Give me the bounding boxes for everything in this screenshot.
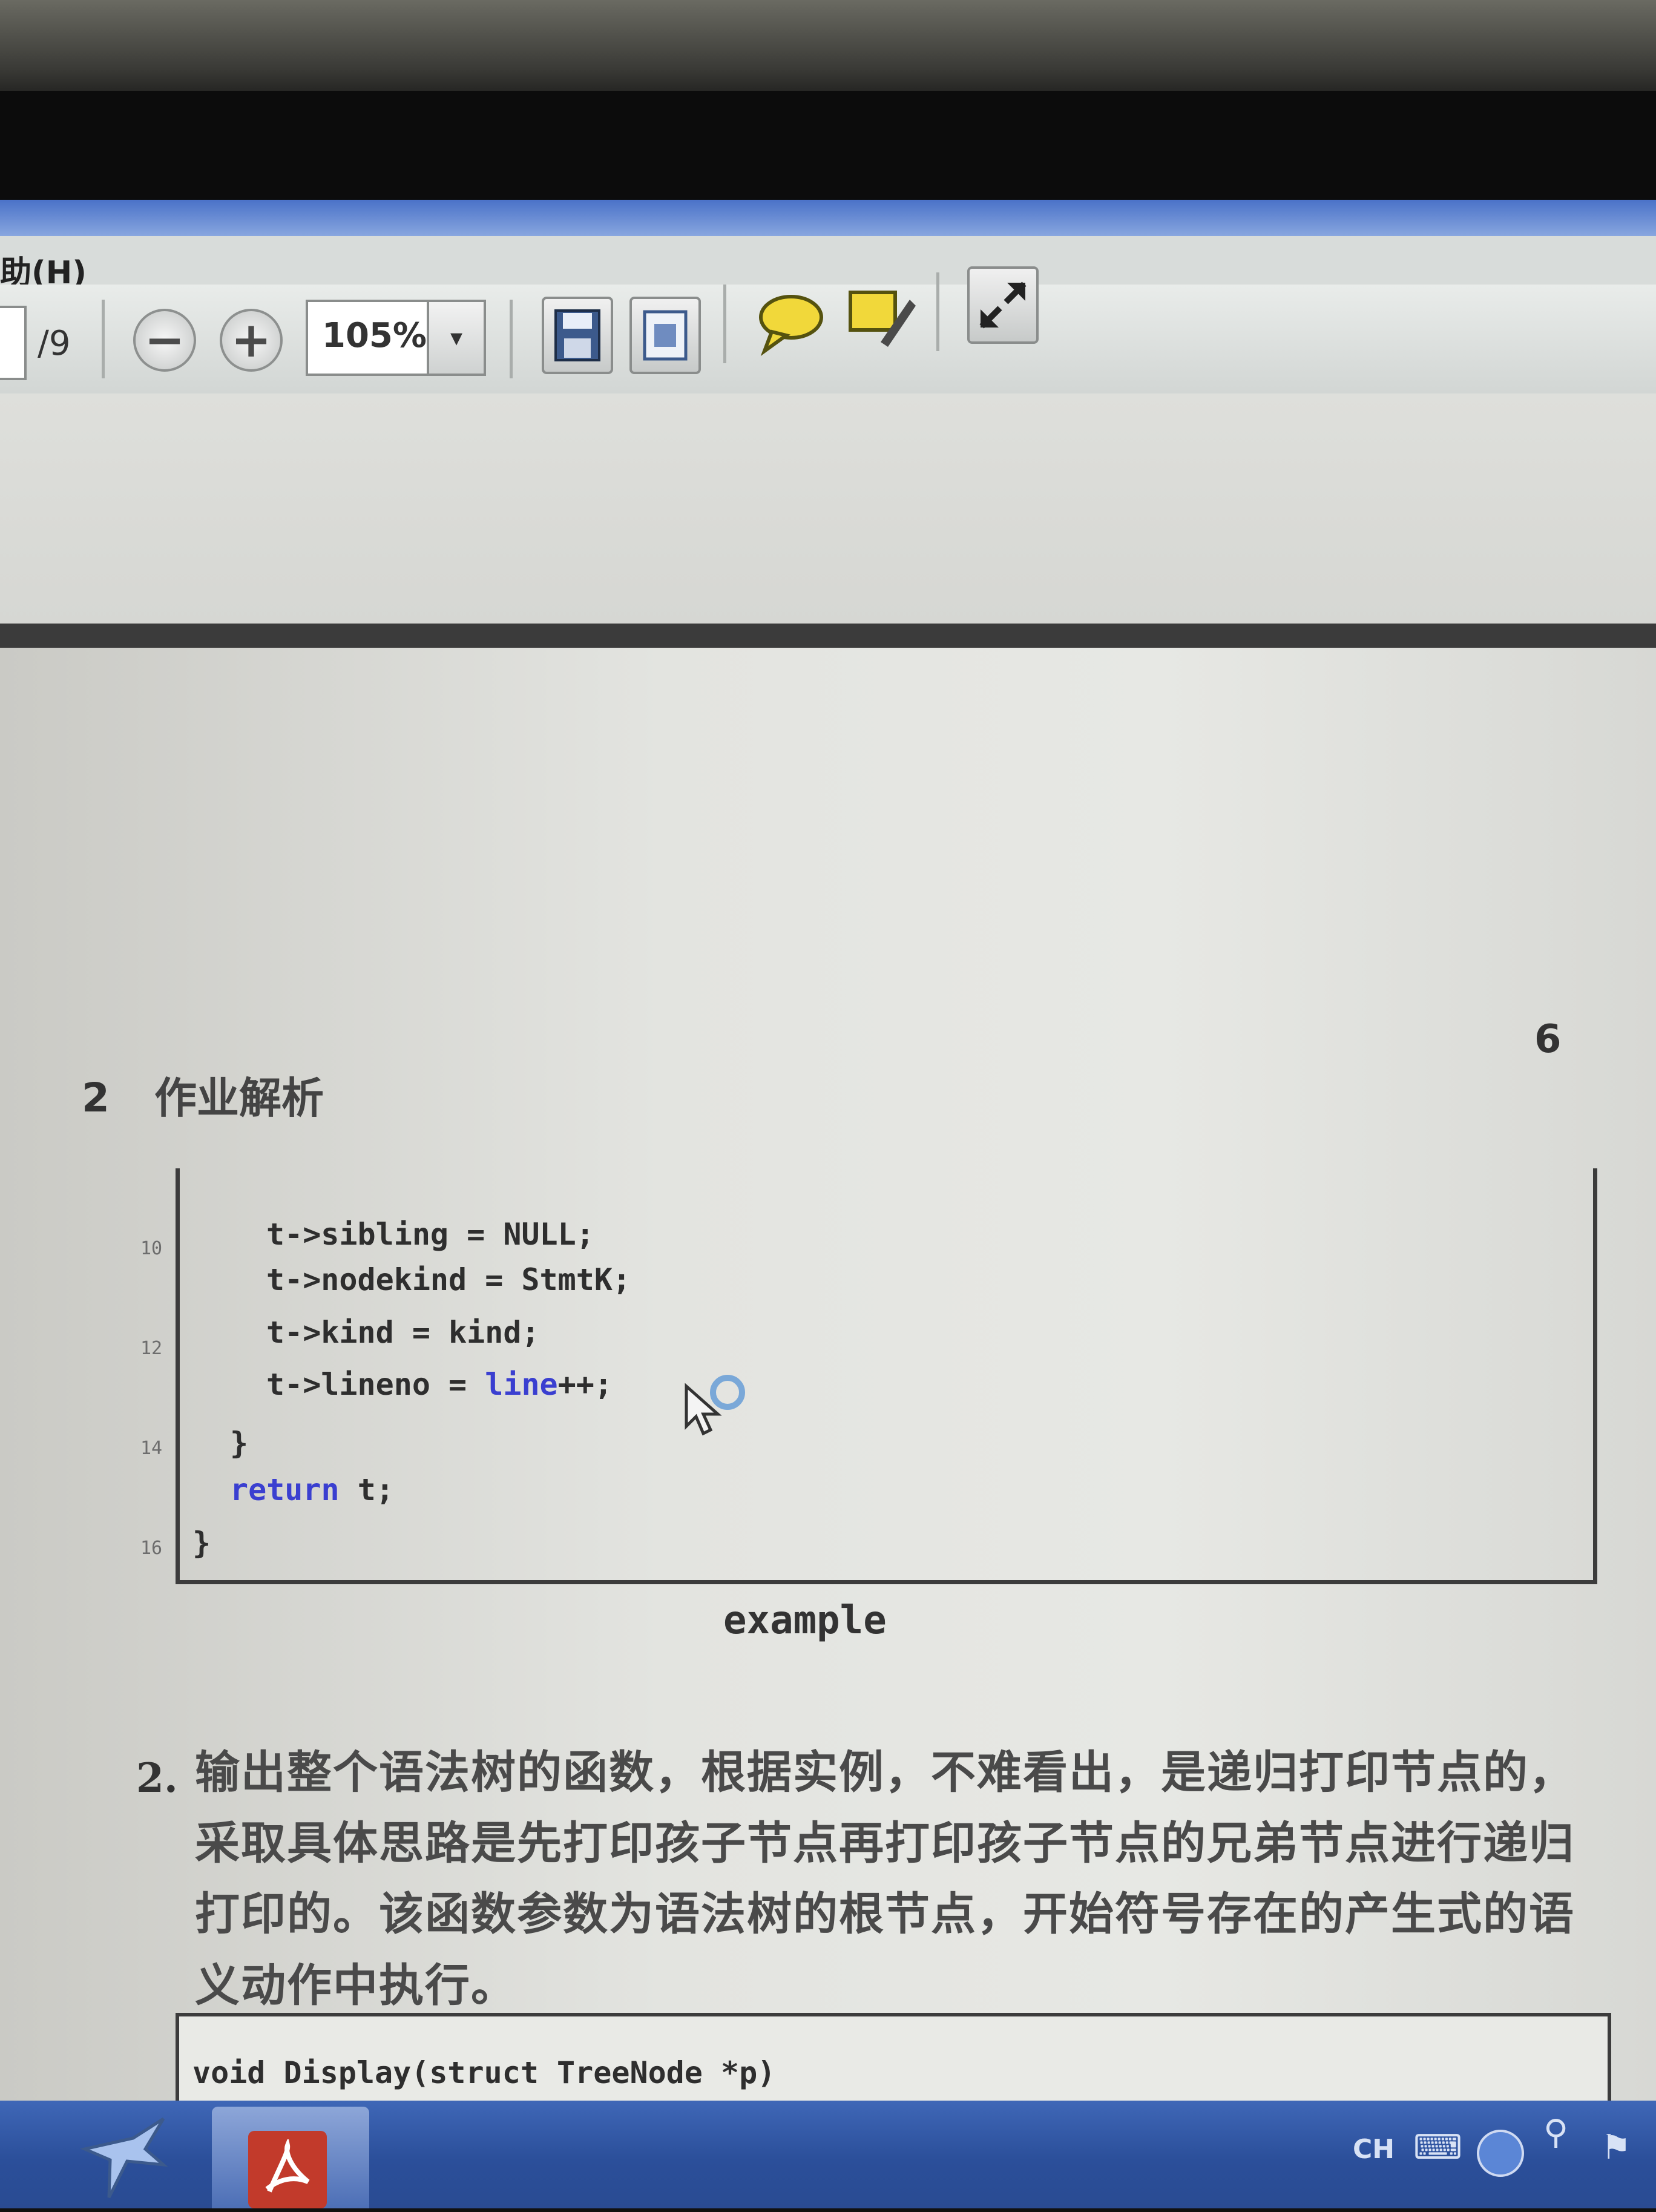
- page-total-label: /9: [38, 324, 71, 363]
- flag-icon[interactable]: ⚑: [1601, 2128, 1631, 2167]
- page-number: 6: [1534, 1017, 1562, 1062]
- page-bottom-margin: [0, 393, 1656, 624]
- language-indicator[interactable]: CH: [1353, 2134, 1395, 2165]
- zoom-in-button[interactable]: +: [220, 309, 283, 372]
- comment-button[interactable]: [754, 285, 826, 357]
- code-line: return t;: [230, 1472, 394, 1507]
- chevron-down-icon: ▾: [450, 324, 463, 352]
- network-icon[interactable]: ⚲: [1543, 2113, 1568, 2152]
- help-icon[interactable]: [1477, 2130, 1524, 2177]
- code-text: t;: [339, 1472, 394, 1507]
- code-line: t->kind = kind;: [266, 1315, 540, 1350]
- cursor-icon: [685, 1375, 745, 1436]
- window-title-bar: [0, 200, 1656, 236]
- fit-page-icon: [643, 310, 688, 361]
- list-item-number: 2.: [136, 1754, 178, 1802]
- code-line: }: [230, 1426, 249, 1461]
- fit-page-button[interactable]: [629, 297, 701, 374]
- start-bird-icon: [79, 2117, 168, 2199]
- code-line: t->nodekind = StmtK;: [266, 1262, 631, 1297]
- sign-button[interactable]: [844, 281, 917, 354]
- toolbar-separator: [723, 285, 726, 363]
- code-line: void Display(struct TreeNode *p): [192, 2055, 776, 2090]
- page-separator: [0, 624, 1656, 648]
- line-number: 16: [140, 1538, 163, 1559]
- code-text: ++;: [557, 1367, 613, 1402]
- line-number: 10: [140, 1238, 163, 1259]
- page-number-input[interactable]: [0, 306, 27, 380]
- zoom-out-button[interactable]: −: [133, 309, 196, 372]
- adobe-reader-icon: [248, 2131, 327, 2208]
- code-keyword: line: [485, 1367, 558, 1402]
- monitor-bezel: [0, 91, 1656, 212]
- figure-caption: example: [723, 1598, 887, 1643]
- section-number: 2: [82, 1075, 110, 1121]
- code-line: t->sibling = NULL;: [266, 1217, 594, 1252]
- comment-icon: [759, 295, 823, 357]
- code-line: }: [192, 1526, 211, 1561]
- code-text: t->lineno =: [266, 1367, 485, 1402]
- code-keyword: return: [230, 1472, 340, 1507]
- line-number: 12: [140, 1338, 163, 1359]
- save-icon: [554, 309, 600, 361]
- zoom-out-icon: −: [144, 312, 185, 368]
- save-button[interactable]: [542, 297, 613, 374]
- zoom-value: 105%: [322, 316, 427, 355]
- zoom-dropdown-button[interactable]: ▾: [427, 300, 486, 376]
- paragraph-line: 义动作中执行。: [195, 1960, 517, 2012]
- fullscreen-button[interactable]: [967, 266, 1039, 344]
- line-number: 14: [140, 1438, 163, 1459]
- keyboard-icon[interactable]: ⌨: [1413, 2128, 1462, 2167]
- paragraph-line: 输出整个语法树的函数，根据实例，不难看出，是递归打印节点的，: [195, 1746, 1575, 1799]
- paragraph-line: 采取具体思路是先打印孩子节点再打印孩子节点的兄弟节点进行递归: [195, 1817, 1575, 1869]
- toolbar-separator: [102, 300, 105, 378]
- code-line: t->lineno = line++;: [266, 1367, 613, 1402]
- toolbar-separator: [510, 300, 513, 378]
- zoom-in-icon: +: [231, 312, 272, 368]
- toolbar-separator: [936, 272, 939, 351]
- paragraph-line: 打印的。该函数参数为语法树的根节点，开始符号存在的产生式的语: [195, 1888, 1575, 1940]
- start-button[interactable]: [73, 2107, 176, 2210]
- sign-icon: [849, 291, 916, 347]
- section-title: 作业解析: [154, 1073, 324, 1123]
- fullscreen-icon: [979, 281, 1027, 329]
